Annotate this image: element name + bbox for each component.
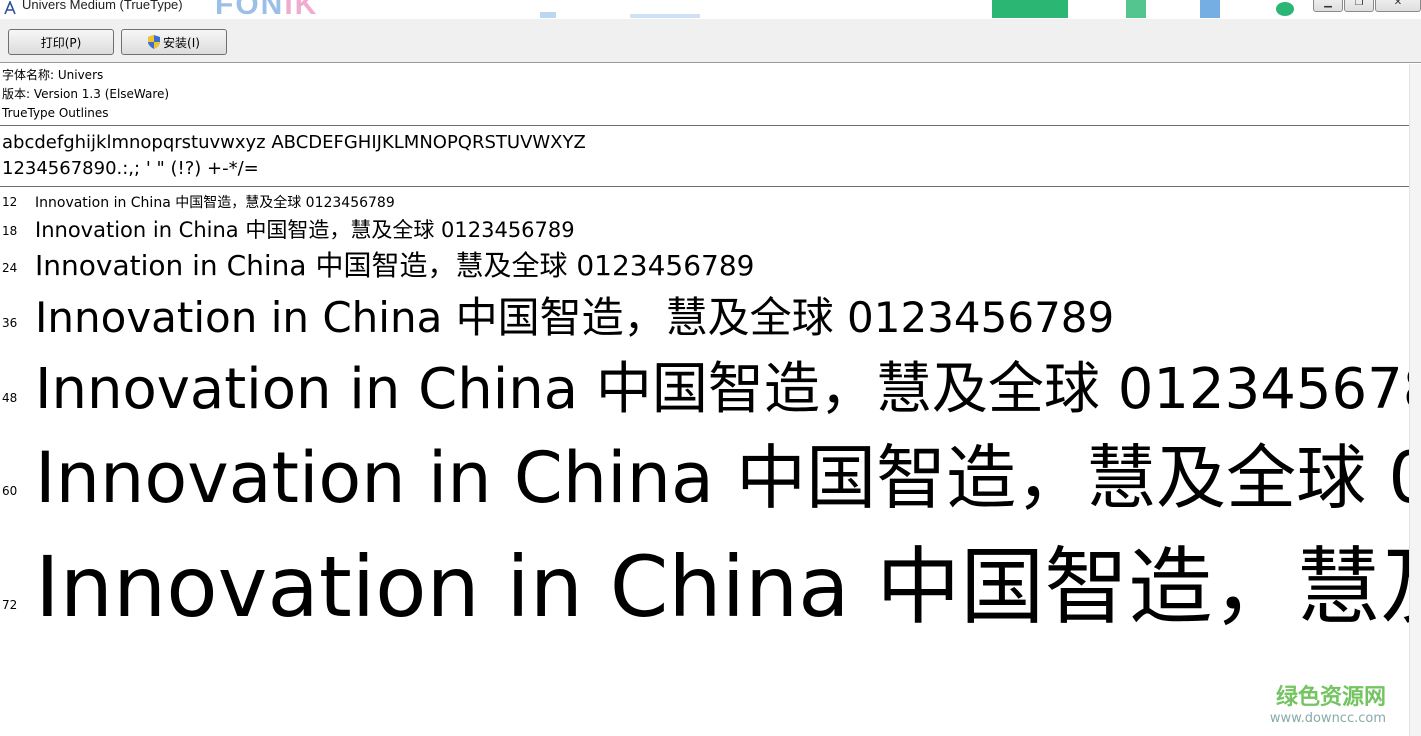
window-controls: ▁ ❐ ✕ xyxy=(1313,0,1421,12)
sample-text: Innovation in China 中国智造，慧及全球 0123456789 xyxy=(35,249,755,282)
maximize-button[interactable]: ❐ xyxy=(1344,0,1374,12)
sample-size-label: 12 xyxy=(2,195,18,209)
uac-shield-icon xyxy=(148,35,161,49)
sample-text: Innovation in China 中国智造，慧及全球 0123456789 xyxy=(35,437,1410,519)
font-preview-pane: 字体名称: Univers 版本: Version 1.3 (ElseWare)… xyxy=(0,64,1410,736)
minimize-button[interactable]: ▁ xyxy=(1313,0,1343,12)
watermark-name: 绿色资源网 xyxy=(1275,685,1386,710)
divider xyxy=(0,186,1410,187)
sample-text: Innovation in China 中国智造，慧及全球 0123456789 xyxy=(35,218,575,242)
sample-size-label: 72 xyxy=(2,598,18,612)
vertical-scrollbar[interactable] xyxy=(1409,64,1421,736)
background-banner: FONIK xyxy=(215,0,318,18)
divider xyxy=(0,125,1410,126)
install-button[interactable]: 安装(I) xyxy=(121,29,227,55)
print-button-label: 打印(P) xyxy=(40,35,82,50)
font-version: 版本: Version 1.3 (ElseWare) xyxy=(2,87,170,101)
background-shape xyxy=(1276,2,1294,16)
minimize-icon: ▁ xyxy=(1324,0,1332,8)
sample-text: Innovation in China 中国智造，慧及全球 0123456789 xyxy=(35,538,1410,636)
sample-size-label: 36 xyxy=(2,316,18,330)
sample-size-label: 24 xyxy=(2,261,18,275)
close-button[interactable]: ✕ xyxy=(1375,0,1421,12)
charset-digits-symbols: 1234567890.:,; ' " (!?) +-*/= xyxy=(2,158,259,179)
font-name: 字体名称: Univers xyxy=(2,68,104,82)
background-shape xyxy=(1126,0,1146,18)
install-button-label: 安装(I) xyxy=(163,35,200,50)
watermark: 绿色资源网 www.downcc.com xyxy=(1270,679,1386,726)
watermark-url: www.downcc.com xyxy=(1269,711,1386,726)
background-shape xyxy=(630,14,700,18)
font-file-icon xyxy=(4,1,16,15)
font-viewer-window: Univers Medium (TrueType) FONIK ▁ ❐ ✕ 打印… xyxy=(0,0,1421,736)
print-button[interactable]: 打印(P) xyxy=(8,29,114,55)
font-outline-type: TrueType Outlines xyxy=(2,106,109,120)
close-icon: ✕ xyxy=(1393,0,1403,8)
sample-text: Innovation in China 中国智造，慧及全球 0123456789 xyxy=(35,293,1115,342)
toolbar: 打印(P) 安装(I) xyxy=(0,19,1421,63)
title-bar: Univers Medium (TrueType) FONIK ▁ ❐ ✕ xyxy=(0,0,1421,18)
banner-text-a: FON xyxy=(215,0,285,18)
window-title: Univers Medium (TrueType) xyxy=(22,0,183,12)
charset-letters: abcdefghijklmnopqrstuvwxyz ABCDEFGHIJKLM… xyxy=(2,132,586,153)
sample-size-label: 18 xyxy=(2,224,18,238)
sample-size-label: 48 xyxy=(2,391,18,405)
background-shape xyxy=(992,0,1068,18)
banner-text-b: IK xyxy=(284,0,319,18)
maximize-icon: ❐ xyxy=(1354,0,1364,8)
font-info: 字体名称: Univers 版本: Version 1.3 (ElseWare)… xyxy=(2,66,169,123)
background-shape xyxy=(1200,0,1220,18)
background-shape xyxy=(540,12,556,18)
sample-text: Innovation in China 中国智造，慧及全球 0123456789 xyxy=(35,195,395,211)
sample-size-label: 60 xyxy=(2,484,18,498)
sample-text: Innovation in China 中国智造，慧及全球 0123456789 xyxy=(35,357,1410,422)
